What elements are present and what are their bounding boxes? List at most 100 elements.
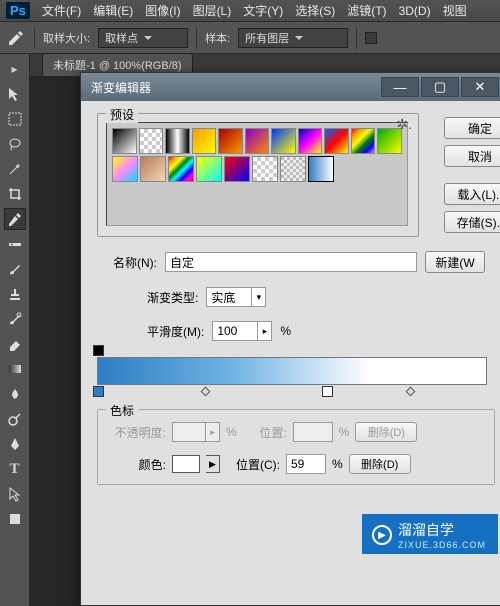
preset-swatch[interactable] <box>192 128 217 154</box>
pen-tool-icon[interactable] <box>4 433 26 455</box>
path-select-icon[interactable] <box>4 483 26 505</box>
preset-swatch[interactable] <box>165 128 190 154</box>
sample-layer-select[interactable]: 所有图层 <box>238 28 348 48</box>
preset-swatch[interactable] <box>245 128 270 154</box>
save-button[interactable]: 存储(S).. <box>444 211 500 233</box>
eraser-tool-icon[interactable] <box>4 333 26 355</box>
separator <box>196 27 197 49</box>
opacity-input: ▸ <box>172 422 220 442</box>
app-logo: Ps <box>6 2 30 19</box>
dialog-titlebar[interactable]: 渐变编辑器 — ▢ ✕ <box>81 73 500 101</box>
dodge-tool-icon[interactable] <box>4 408 26 430</box>
percent-label: % <box>280 324 291 338</box>
preset-swatch[interactable] <box>224 156 250 182</box>
wand-tool-icon[interactable] <box>4 158 26 180</box>
play-circle-icon: ▶ <box>372 525 392 545</box>
presets-label: 预设 <box>106 106 138 123</box>
menu-filter[interactable]: 滤镜(T) <box>347 2 386 19</box>
dialog-title: 渐变编辑器 <box>91 79 151 96</box>
opacity-stop[interactable] <box>93 345 104 356</box>
percent-label: % <box>226 425 237 439</box>
preset-swatch[interactable] <box>351 128 376 154</box>
blur-tool-icon[interactable] <box>4 383 26 405</box>
preset-swatches <box>106 122 408 226</box>
tab-toggle-icon[interactable]: ▸ <box>4 58 26 80</box>
ok-button[interactable]: 确定 <box>444 117 500 139</box>
toolbox: ▸ T <box>0 54 30 606</box>
preset-swatch[interactable] <box>218 128 243 154</box>
preset-swatch[interactable] <box>139 128 164 154</box>
eyedropper-tool-icon[interactable] <box>4 208 26 230</box>
lasso-tool-icon[interactable] <box>4 133 26 155</box>
preset-swatch[interactable] <box>196 156 222 182</box>
stops-label: 色标 <box>106 402 138 419</box>
preset-swatch[interactable] <box>298 128 323 154</box>
move-tool-icon[interactable] <box>4 83 26 105</box>
position-c-label: 位置(C): <box>226 456 280 473</box>
heal-tool-icon[interactable] <box>4 233 26 255</box>
presets-gear-icon[interactable]: ✲. <box>396 116 412 133</box>
smoothness-label: 平滑度(M): <box>147 323 204 340</box>
sample-size-select[interactable]: 取样点 <box>98 28 188 48</box>
preset-swatch[interactable] <box>324 128 349 154</box>
menu-type[interactable]: 文字(Y) <box>243 2 283 19</box>
preset-swatch[interactable] <box>308 156 334 182</box>
menu-layer[interactable]: 图层(L) <box>193 2 232 19</box>
gradient-bar[interactable] <box>97 357 487 385</box>
menu-3d[interactable]: 3D(D) <box>399 4 431 18</box>
tool-preset-icon[interactable] <box>6 28 26 48</box>
preset-swatch[interactable] <box>112 156 138 182</box>
presets-group: 预设 ✲. <box>97 113 419 237</box>
name-label: 名称(N): <box>97 254 157 271</box>
menu-view[interactable]: 视图 <box>443 2 467 19</box>
percent-label: % <box>332 457 343 471</box>
crop-tool-icon[interactable] <box>4 183 26 205</box>
minimize-button[interactable]: — <box>381 77 419 97</box>
name-input[interactable] <box>165 252 417 272</box>
color-stop-left[interactable] <box>93 386 104 397</box>
new-button[interactable]: 新建(W <box>425 251 485 273</box>
type-tool-icon[interactable]: T <box>4 458 26 480</box>
preset-swatch[interactable] <box>112 128 137 154</box>
preset-swatch[interactable] <box>280 156 306 182</box>
color-stop-selected[interactable] <box>322 386 333 397</box>
gradient-bar-editor[interactable] <box>97 357 487 385</box>
stamp-tool-icon[interactable] <box>4 283 26 305</box>
gradient-tool-icon[interactable] <box>4 358 26 380</box>
options-bar: 取样大小: 取样点 样本: 所有图层 <box>0 22 500 54</box>
preset-swatch[interactable] <box>271 128 296 154</box>
cancel-button[interactable]: 取消 <box>444 145 500 167</box>
maximize-button[interactable]: ▢ <box>421 77 459 97</box>
rectangle-tool-icon[interactable] <box>4 508 26 530</box>
menu-image[interactable]: 图像(I) <box>145 2 180 19</box>
watermark-url: ZIXUE.3D66.COM <box>398 540 486 550</box>
menu-select[interactable]: 选择(S) <box>295 2 335 19</box>
smoothness-input[interactable]: 100▸ <box>212 321 272 341</box>
midpoint-diamond[interactable] <box>201 387 211 397</box>
preset-swatch[interactable] <box>252 156 278 182</box>
midpoint-diamond[interactable] <box>406 387 416 397</box>
show-ring-checkbox[interactable] <box>365 32 377 44</box>
brush-tool-icon[interactable] <box>4 258 26 280</box>
separator <box>34 27 35 49</box>
separator <box>356 27 357 49</box>
close-button[interactable]: ✕ <box>461 77 499 97</box>
gradient-type-select[interactable]: 实底▾ <box>206 287 266 307</box>
color-picker-arrow[interactable]: ▶ <box>206 455 220 473</box>
preset-swatch[interactable] <box>168 156 194 182</box>
position-c-input[interactable] <box>286 454 326 474</box>
sample-label: 样本: <box>205 30 230 46</box>
position-label: 位置: <box>243 424 287 441</box>
marquee-tool-icon[interactable] <box>4 108 26 130</box>
watermark-text: 溜溜自学 <box>398 522 454 538</box>
menu-file[interactable]: 文件(F) <box>42 2 81 19</box>
delete-color-stop-button[interactable]: 删除(D) <box>349 454 411 474</box>
color-well[interactable] <box>172 455 200 473</box>
load-button[interactable]: 载入(L).. <box>444 183 500 205</box>
position-input <box>293 422 333 442</box>
stops-group: 色标 不透明度: ▸ % 位置: % 删除(D) 颜色: ▶ 位置(C): <box>97 409 495 485</box>
preset-swatch[interactable] <box>140 156 166 182</box>
menu-edit[interactable]: 编辑(E) <box>93 2 133 19</box>
delete-opacity-stop-button: 删除(D) <box>355 422 417 442</box>
history-brush-icon[interactable] <box>4 308 26 330</box>
